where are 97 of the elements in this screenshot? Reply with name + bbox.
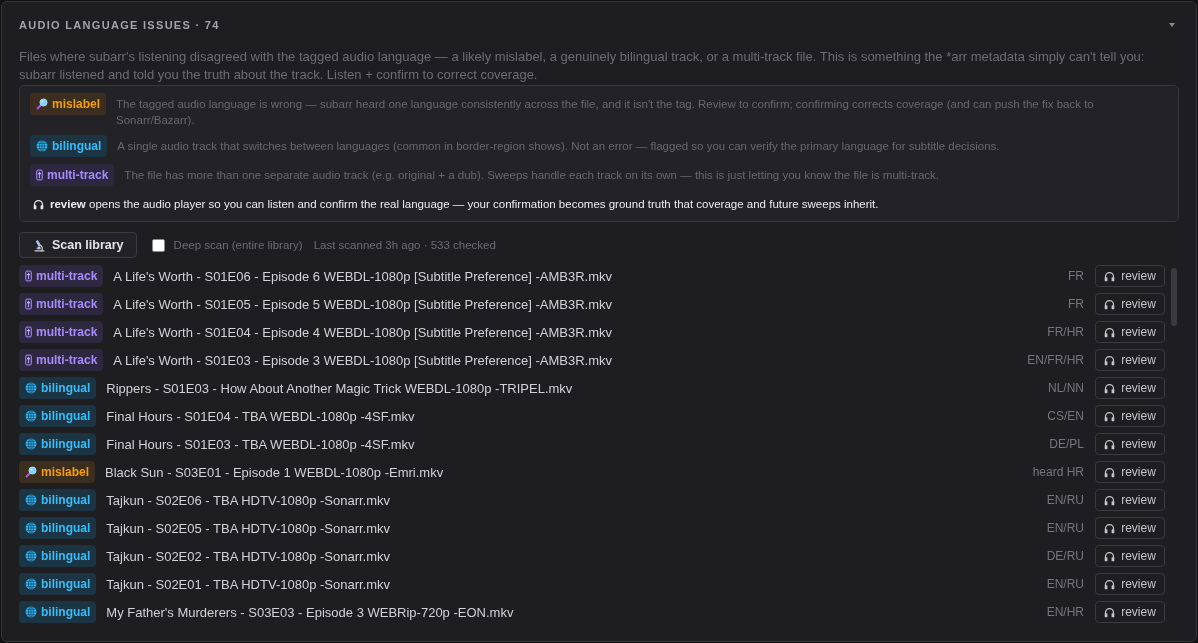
tag-label: bilingual xyxy=(41,493,91,507)
legend-description: The file has more than one separate audio track (e.g. original + a dub). Sweeps handle each track on its own — this is just letting you know the file is multi-track. xyxy=(124,168,940,183)
language-codes: EN/RU xyxy=(1046,521,1084,535)
legend-description: The tagged audio language is wrong — subarr heard one language consistently across the file, and it isn't the tag. Review to confirm; confirming corrects coverage (and can push the fix back to Sonarr/Bazarr). xyxy=(116,97,1095,128)
tag-label: bilingual xyxy=(41,409,91,423)
tag-label: bilingual xyxy=(41,605,91,619)
tag-label: multi-track xyxy=(36,297,98,311)
microscope-icon xyxy=(33,238,46,252)
headphones-icon xyxy=(1104,298,1116,310)
caret-icon[interactable] xyxy=(1169,23,1175,27)
scrollbar-thumb[interactable] xyxy=(1171,268,1177,326)
file-name: A Life's Worth - S01E03 - Episode 3 WEBDL-1080p [Subtitle Preference] -AMB3R.mkv xyxy=(113,352,613,368)
review-button[interactable]: review xyxy=(1095,433,1165,455)
headphones-icon xyxy=(1104,326,1116,338)
fader-icon xyxy=(25,326,32,338)
headphones-icon xyxy=(1104,578,1116,590)
tag-label: bilingual xyxy=(41,521,91,535)
scan-status: Last scanned 3h ago · 533 checked xyxy=(313,239,496,251)
globe-icon xyxy=(25,522,37,534)
magnifier-icon xyxy=(36,98,48,110)
language-codes: FR xyxy=(1068,269,1084,283)
language-codes: CS/EN xyxy=(1047,409,1084,423)
tag-label: mislabel xyxy=(52,97,101,111)
language-codes: EN/RU xyxy=(1046,577,1084,591)
deep-scan-checkbox[interactable] xyxy=(151,238,165,252)
legend-description: A single audio track that switches between languages (common in border-region shows). Not an error — flagged so you can verify the primary language for subtitle decisions. xyxy=(117,139,1000,154)
language-codes: NL/NN xyxy=(1048,381,1084,395)
language-codes: EN/FR/HR xyxy=(1027,353,1084,367)
review-button[interactable]: review xyxy=(1095,405,1165,427)
review-button[interactable]: review xyxy=(1095,293,1165,315)
headphones-icon xyxy=(1104,438,1116,450)
review-button[interactable]: review xyxy=(1095,461,1165,483)
globe-icon xyxy=(25,578,37,590)
headphones-icon xyxy=(1104,606,1116,618)
globe-icon xyxy=(25,606,37,618)
review-button[interactable]: review xyxy=(1095,489,1165,511)
file-name: Tajkun - S02E01 - TBA HDTV-1080p -Sonarr.mkv xyxy=(106,576,392,592)
tag-label: multi-track xyxy=(47,168,109,182)
headphones-icon xyxy=(1104,522,1116,534)
language-codes: FR xyxy=(1068,297,1084,311)
review-button[interactable]: review xyxy=(1095,377,1165,399)
magnifier-icon xyxy=(25,466,37,478)
fader-icon xyxy=(25,354,32,366)
panel-description: Files where subarr's listening disagreed with the tagged audio language — a likely mislabel, a genuinely bilingual track, or a multi-track file. This is something the *arr metadata simply can't tell you: subarr listened and told you the truth about the track. Listen + confirm to correct coverage. xyxy=(19,48,1146,84)
tag-label: bilingual xyxy=(41,577,91,591)
tag-label: bilingual xyxy=(41,381,91,395)
file-name: A Life's Worth - S01E04 - Episode 4 WEBDL-1080p [Subtitle Preference] -AMB3R.mkv xyxy=(113,324,613,340)
panel-title: AUDIO LANGUAGE ISSUES · 74 xyxy=(19,18,220,32)
headphones-icon xyxy=(1104,410,1116,422)
file-name: A Life's Worth - S01E06 - Episode 6 WEBDL-1080p [Subtitle Preference] -AMB3R.mkv xyxy=(113,268,613,284)
headphones-icon xyxy=(1104,550,1116,562)
file-name: Tajkun - S02E06 - TBA HDTV-1080p -Sonarr.mkv xyxy=(106,492,392,508)
tag-label: bilingual xyxy=(52,139,102,153)
file-name: Rippers - S01E03 - How About Another Magic Trick WEBDL-1080p -TRIPEL.mkv xyxy=(106,380,574,396)
file-name: Black Sun - S03E01 - Episode 1 WEBDL-1080p -Emri.mkv xyxy=(105,464,445,480)
scan-library-button[interactable]: Scan library xyxy=(19,232,137,258)
headphones-icon xyxy=(33,198,44,210)
language-codes: DE/RU xyxy=(1046,549,1084,563)
review-button[interactable]: review xyxy=(1095,601,1165,623)
file-name: Tajkun - S02E02 - TBA HDTV-1080p -Sonarr.mkv xyxy=(106,548,392,564)
file-name: Tajkun - S02E05 - TBA HDTV-1080p -Sonarr.mkv xyxy=(106,520,392,536)
headphones-icon xyxy=(1104,466,1116,478)
legend-note: review opens the audio player so you can listen and confirm the real language — your confirmation becomes ground truth that coverage and future sweeps inherit. xyxy=(50,197,879,212)
language-codes: EN/RU xyxy=(1046,493,1084,507)
file-name: My Father's Murderers - S03E03 - Episode 3 WEBRip-720p -EON.mkv xyxy=(106,604,515,620)
fader-icon xyxy=(25,298,32,310)
fader-icon xyxy=(36,169,43,181)
headphones-icon xyxy=(1104,382,1116,394)
review-button[interactable]: review xyxy=(1095,265,1165,287)
globe-icon xyxy=(25,494,37,506)
tag-label: multi-track xyxy=(36,325,98,339)
review-button[interactable]: review xyxy=(1095,517,1165,539)
review-button[interactable]: review xyxy=(1095,545,1165,567)
headphones-icon xyxy=(1104,270,1116,282)
file-name: Final Hours - S01E03 - TBA WEBDL-1080p -4SF.mkv xyxy=(106,436,416,452)
globe-icon xyxy=(25,382,37,394)
file-name: Final Hours - S01E04 - TBA WEBDL-1080p -4SF.mkv xyxy=(106,408,416,424)
globe-icon xyxy=(36,140,48,152)
review-button[interactable]: review xyxy=(1095,349,1165,371)
globe-icon xyxy=(25,410,37,422)
headphones-icon xyxy=(1104,494,1116,506)
review-button[interactable]: review xyxy=(1095,573,1165,595)
language-codes: DE/PL xyxy=(1049,437,1084,451)
headphones-icon xyxy=(1104,354,1116,366)
tag-label: bilingual xyxy=(41,549,91,563)
review-button[interactable]: review xyxy=(1095,321,1165,343)
globe-icon xyxy=(25,550,37,562)
language-codes: EN/HR xyxy=(1046,605,1084,619)
globe-icon xyxy=(25,438,37,450)
file-name: A Life's Worth - S01E05 - Episode 5 WEBDL-1080p [Subtitle Preference] -AMB3R.mkv xyxy=(113,296,613,312)
tag-label: multi-track xyxy=(36,353,98,367)
tag-label: mislabel xyxy=(41,465,90,479)
fader-icon xyxy=(25,270,32,282)
tag-label: bilingual xyxy=(41,437,91,451)
language-codes: heard HR xyxy=(1032,465,1084,479)
language-codes: FR/HR xyxy=(1047,325,1084,339)
tag-label: multi-track xyxy=(36,269,98,283)
